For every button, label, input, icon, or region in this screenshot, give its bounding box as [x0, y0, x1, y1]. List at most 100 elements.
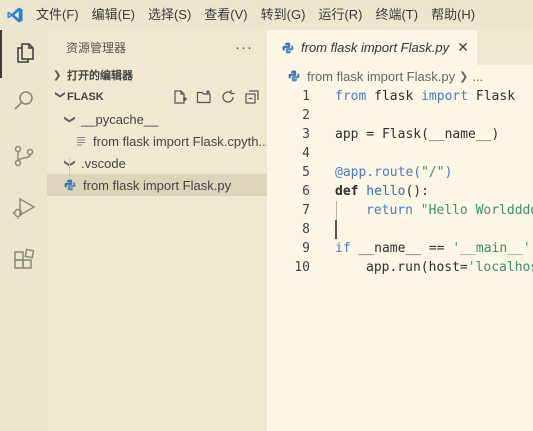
- tab-bar: from flask import Flask.py ✕: [267, 30, 533, 65]
- code-line: 4: [267, 144, 533, 163]
- vscode-logo-icon: [0, 0, 30, 30]
- code-line: 9 if __name__ == '__main__':: [267, 239, 533, 258]
- menu-file[interactable]: 文件(F): [30, 0, 86, 30]
- menu-run[interactable]: 运行(R): [312, 0, 369, 30]
- breadcrumb-more[interactable]: ...: [472, 69, 483, 84]
- menu-go[interactable]: 转到(G): [255, 0, 313, 30]
- breadcrumb: from flask import Flask.py ❯ ...: [267, 65, 533, 87]
- code-line: 3 app = Flask(__name__): [267, 125, 533, 144]
- extensions-icon: [12, 248, 36, 275]
- explorer-sidebar: 资源管理器 ··· ❯ 打开的编辑器 ❯ FLASK ❯ __pycache__: [47, 30, 267, 431]
- code-token: ():: [405, 184, 429, 199]
- folder-actions: [171, 88, 267, 106]
- activity-extensions[interactable]: [0, 237, 47, 285]
- line-number: 3: [302, 127, 310, 142]
- code-token: import: [421, 89, 469, 104]
- tree-label: .vscode: [81, 155, 126, 171]
- line-number: 10: [294, 260, 310, 275]
- tree-folder-vscode[interactable]: ❯ .vscode: [47, 152, 267, 174]
- code-token: "/": [421, 165, 445, 180]
- more-actions-icon[interactable]: ···: [235, 39, 253, 56]
- breadcrumb-file[interactable]: from flask import Flask.py: [307, 69, 455, 84]
- code-token: ): [444, 165, 453, 180]
- menu-help[interactable]: 帮助(H): [425, 0, 482, 30]
- code-token: app = Flask(__name__): [335, 127, 500, 142]
- activity-run-debug[interactable]: [0, 185, 47, 233]
- code-token: 'localhos: [467, 260, 533, 275]
- chevron-right-icon: ❯: [459, 70, 469, 83]
- menu-bar: 文件(F) 编辑(E) 选择(S) 查看(V) 转到(G) 运行(R) 终端(T…: [30, 0, 482, 30]
- code-line: 1 from flask import Flask: [267, 87, 533, 106]
- code-token: __name__ ==: [350, 241, 453, 256]
- menu-edit[interactable]: 编辑(E): [86, 0, 142, 30]
- new-file-icon[interactable]: [171, 88, 189, 106]
- new-folder-icon[interactable]: [195, 88, 213, 106]
- editor-area: from flask import Flask.py ✕ from flask …: [267, 30, 533, 431]
- activity-search[interactable]: [0, 78, 47, 126]
- code-token: @app.route(: [335, 165, 422, 180]
- tree-indent-guide: [69, 158, 70, 180]
- python-file-icon: [63, 178, 77, 192]
- code-token: '__main__': [452, 241, 531, 256]
- refresh-icon[interactable]: [219, 88, 237, 106]
- code-line: 7 return "Hello Worldddd: [267, 201, 533, 220]
- source-control-icon: [12, 144, 36, 171]
- python-file-icon: [287, 69, 301, 83]
- python-file-icon: [281, 41, 295, 55]
- text-cursor: [335, 220, 337, 239]
- line-number: 1: [302, 89, 310, 104]
- line-number: 5: [302, 165, 310, 180]
- line-number: 7: [302, 203, 310, 218]
- tree-label: from flask import Flask.cpyth...: [93, 133, 267, 149]
- tree-label: __pycache__: [81, 111, 159, 127]
- code-line: 5 @app.route("/"): [267, 163, 533, 182]
- code-token: Flask: [468, 89, 516, 104]
- line-number: 6: [302, 184, 310, 199]
- open-editors-label: 打开的编辑器: [67, 70, 133, 82]
- menu-view[interactable]: 查看(V): [198, 0, 254, 30]
- activity-source-control[interactable]: [0, 133, 47, 181]
- menu-terminal[interactable]: 终端(T): [369, 0, 425, 30]
- chevron-down-icon: ❯: [64, 156, 77, 170]
- code-token: "Hello Worldddd: [412, 203, 533, 218]
- code-token: flask: [366, 89, 422, 104]
- folder-section[interactable]: ❯ FLASK: [47, 86, 267, 108]
- activity-explorer[interactable]: [0, 30, 47, 78]
- code-token: hello: [358, 184, 406, 199]
- activity-bar: [0, 30, 47, 431]
- code-editor[interactable]: 1 from flask import Flask 2 3 app = Flas…: [267, 87, 533, 277]
- tab-active-file[interactable]: from flask import Flask.py ✕: [267, 30, 477, 65]
- open-editors-section[interactable]: ❯ 打开的编辑器: [47, 64, 267, 86]
- code-token: app.run(host=: [366, 260, 468, 275]
- close-icon[interactable]: ✕: [457, 39, 469, 56]
- code-line: 8: [267, 220, 533, 239]
- tab-label: from flask import Flask.py: [301, 40, 450, 55]
- tree-label: from flask import Flask.py: [83, 177, 232, 193]
- code-token: def: [335, 184, 359, 199]
- code-line: 10 app.run(host='localhos: [267, 258, 533, 277]
- line-number: 8: [302, 222, 310, 237]
- collapse-all-icon[interactable]: [243, 88, 261, 106]
- indent-guide: [336, 201, 337, 220]
- explorer-title: 资源管理器: [66, 40, 127, 55]
- code-line: 6 def hello():: [267, 182, 533, 201]
- explorer-header: 资源管理器 ···: [47, 30, 267, 64]
- tree-file-python[interactable]: from flask import Flask.py: [47, 174, 267, 196]
- files-icon: [13, 41, 37, 68]
- code-token: if: [335, 241, 351, 256]
- title-bar: 文件(F) 编辑(E) 选择(S) 查看(V) 转到(G) 运行(R) 终端(T…: [0, 0, 533, 30]
- folder-label: FLASK: [67, 91, 104, 103]
- code-line: 2: [267, 106, 533, 125]
- run-debug-icon: [11, 195, 37, 224]
- code-token: from: [335, 89, 367, 104]
- tree-file-cpython[interactable]: from flask import Flask.cpyth...: [47, 130, 267, 152]
- chevron-down-icon: ❯: [54, 90, 66, 99]
- file-lines-icon: [75, 135, 87, 147]
- search-icon: [12, 89, 36, 116]
- chevron-down-icon: ❯: [63, 114, 76, 124]
- chevron-right-icon: ❯: [53, 69, 62, 81]
- menu-selection[interactable]: 选择(S): [142, 0, 198, 30]
- line-number: 9: [302, 241, 310, 256]
- line-number: 4: [302, 146, 310, 161]
- tree-folder-pycache[interactable]: ❯ __pycache__: [47, 108, 267, 130]
